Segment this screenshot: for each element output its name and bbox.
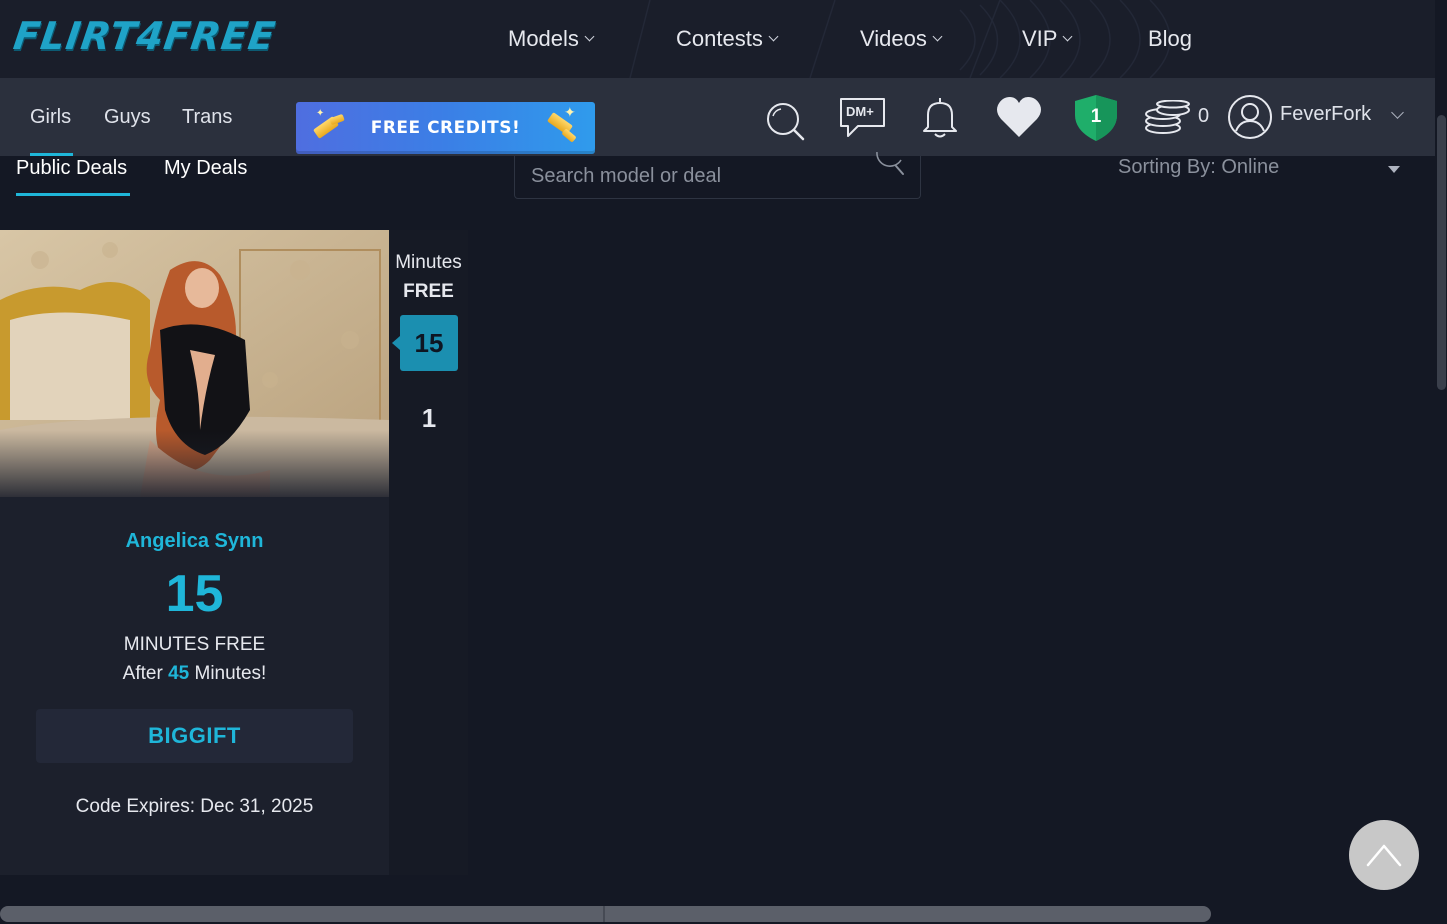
dm-plus-label: DM+ — [846, 104, 874, 119]
minutes-option-1[interactable]: 1 — [400, 390, 458, 446]
code-expiry: Code Expires: Dec 31, 2025 — [75, 796, 314, 817]
chevron-down-icon — [1063, 31, 1073, 41]
dm-plus-button[interactable]: DM+ — [838, 96, 888, 142]
category-guys[interactable]: Guys — [104, 106, 151, 129]
heart-icon[interactable] — [995, 95, 1043, 139]
sorting-dropdown[interactable]: Sorting By: Online — [1118, 156, 1408, 186]
deal-minutes-number: 15 — [165, 565, 224, 623]
search-icon[interactable] — [764, 100, 806, 142]
category-bar: Girls Guys Trans ✦ ✦ FREE CREDITS! DM+ 0… — [0, 78, 1435, 156]
back-to-top-button[interactable] — [1349, 820, 1419, 890]
model-photo-illustration — [0, 230, 389, 497]
deal-card: Angelica Synn 15 MINUTES FREE After 45 M… — [0, 230, 389, 875]
deal-code-button[interactable]: BIGGIFT — [36, 709, 353, 763]
chevron-down-icon — [768, 31, 779, 41]
logo-text: FLIRT4FREE — [10, 14, 279, 58]
nav-vip[interactable]: VIP — [1022, 0, 1073, 78]
chevron-down-icon[interactable] — [1391, 106, 1404, 119]
sorting-label: Sorting By: Online — [1118, 156, 1280, 178]
chevron-down-icon — [584, 31, 595, 41]
after-minutes-value: 45 — [168, 663, 190, 684]
user-menu[interactable]: FeverFork — [1280, 103, 1371, 126]
nav-videos-label: Videos — [860, 26, 927, 51]
minutes-selector-subtitle: FREE — [403, 281, 454, 302]
chevron-down-icon — [932, 31, 943, 41]
caret-down-icon — [1388, 166, 1400, 173]
tab-my-deals[interactable]: My Deals — [164, 157, 247, 180]
category-active-indicator — [30, 153, 73, 156]
vertical-scrollbar-thumb[interactable] — [1437, 115, 1446, 390]
after-prefix: After — [122, 663, 163, 684]
nav-blog[interactable]: Blog — [1148, 0, 1192, 78]
search-input[interactable] — [531, 156, 861, 196]
chevron-up-icon — [1366, 844, 1402, 867]
nav-blog-label: Blog — [1148, 26, 1193, 51]
horizontal-scrollbar-thumb[interactable] — [0, 906, 1211, 922]
nav-models[interactable]: Models — [508, 0, 595, 78]
tab-active-indicator — [16, 193, 130, 196]
model-photo[interactable] — [0, 230, 389, 497]
category-trans[interactable]: Trans — [182, 106, 232, 129]
bell-icon[interactable] — [917, 94, 963, 140]
search-icon[interactable] — [874, 152, 908, 182]
chat-bubble-icon — [840, 98, 885, 137]
nav-videos[interactable]: Videos — [860, 0, 943, 78]
nav-contests-label: Contests — [676, 26, 763, 51]
model-name-link[interactable]: Angelica Synn — [0, 530, 389, 553]
after-suffix: Minutes! — [194, 663, 267, 684]
coins-count: 0 — [1198, 105, 1210, 127]
user-avatar-icon[interactable] — [1226, 93, 1274, 141]
free-credits-label: FREE CREDITS! — [370, 118, 521, 138]
coins-icon[interactable] — [1143, 100, 1193, 136]
minutes-selector: Minutes FREE 15 1 — [389, 230, 468, 875]
free-credits-button[interactable]: ✦ ✦ FREE CREDITS! — [296, 102, 595, 154]
after-minutes-text: After 45 Minutes! — [0, 663, 389, 685]
site-logo[interactable]: FLIRT4FREE — [11, 10, 326, 62]
category-girls[interactable]: Girls — [30, 106, 71, 129]
nav-vip-label: VIP — [1022, 26, 1058, 51]
minutes-free-label: MINUTES FREE — [123, 634, 266, 655]
nav-models-label: Models — [508, 26, 579, 51]
horizontal-scrollbar-divider — [603, 906, 605, 922]
deal-search-box — [514, 156, 921, 199]
top-navbar: FLIRT4FREE Models Contests Videos VIP Bl… — [0, 0, 1435, 78]
tab-public-deals[interactable]: Public Deals — [16, 157, 127, 180]
minutes-selector-title: Minutes — [395, 252, 462, 273]
minutes-option-15[interactable]: 15 — [392, 315, 458, 371]
nav-contests[interactable]: Contests — [676, 0, 779, 78]
rank-badge-number: 1 — [1090, 106, 1102, 127]
